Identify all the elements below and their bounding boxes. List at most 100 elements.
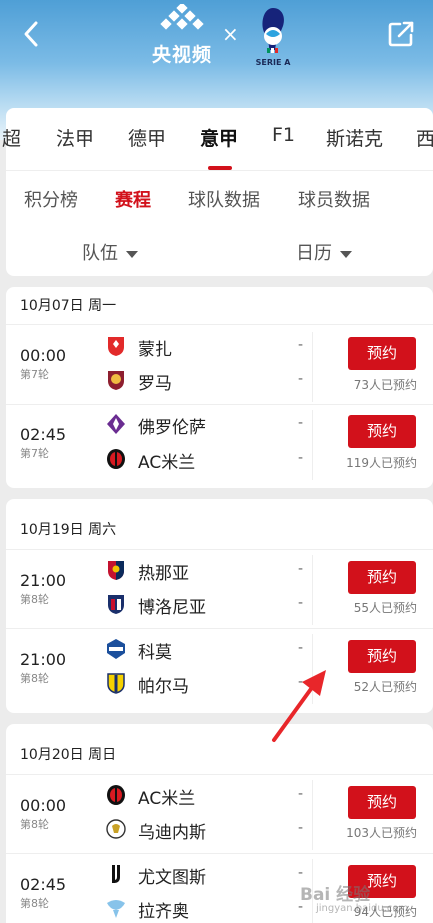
home-score: - <box>298 561 304 577</box>
home-score: - <box>298 786 304 802</box>
reserve-button[interactable]: 预约 <box>348 561 416 594</box>
tab-f1[interactable]: F1 <box>272 124 295 146</box>
column-divider <box>312 780 313 850</box>
monza-crest-icon <box>108 337 124 356</box>
league-tabs: 超 法甲 德甲 意甲 F1 斯诺克 西 <box>2 120 433 170</box>
fiorentina-crest-icon <box>107 414 125 434</box>
cctv-logo-icon <box>160 2 204 30</box>
row-divider <box>6 853 433 854</box>
serie-a-text: SERIE A <box>255 58 291 67</box>
match-time: 02:45 <box>20 875 67 894</box>
ac-milan-crest-icon <box>107 449 125 469</box>
match-round: 第8轮 <box>20 897 49 910</box>
team-filter-label: 队伍 <box>82 243 118 264</box>
home-team-name: 尤文图斯 <box>138 868 206 888</box>
column-divider <box>312 410 313 480</box>
serie-a-logo-icon <box>262 8 284 53</box>
away-team-name: 帕尔马 <box>138 677 189 697</box>
column-divider <box>312 634 313 704</box>
home-score: - <box>298 865 304 881</box>
match-round: 第8轮 <box>20 593 49 606</box>
juventus-crest-icon <box>112 865 120 883</box>
reservation-count: 73人已预约 <box>353 378 417 392</box>
match-time: 02:45 <box>20 425 67 444</box>
reserve-button[interactable]: 预约 <box>348 786 416 819</box>
subtab-player-stats[interactable]: 球员数据 <box>298 186 370 212</box>
team-filter[interactable]: 队伍 <box>82 239 138 265</box>
home-score: - <box>298 640 304 656</box>
calendar-filter-label: 日历 <box>296 243 332 264</box>
row-divider <box>6 324 433 325</box>
tab-serie-a[interactable]: 意甲 <box>200 124 238 151</box>
away-score: - <box>298 595 304 611</box>
away-team-name: 罗马 <box>138 374 172 394</box>
match-round: 第8轮 <box>20 818 49 831</box>
broadcaster-name: 央视频 <box>151 44 212 66</box>
share-button[interactable] <box>383 16 419 52</box>
match-group: 10月19日 周六 21:00 第8轮 热那亚 - 博洛尼亚 - 预约 55人已… <box>6 499 433 713</box>
home-score: - <box>298 337 304 353</box>
column-divider <box>312 555 313 625</box>
bologna-crest-icon <box>108 595 124 614</box>
away-team-name: AC米兰 <box>138 453 196 473</box>
caret-down-icon <box>340 250 352 258</box>
subtab-schedule[interactable]: 赛程 <box>115 186 151 212</box>
away-team-name: 拉齐奥 <box>138 902 189 922</box>
home-team-name: 蒙扎 <box>138 340 172 360</box>
reservation-count: 103人已预约 <box>346 826 417 840</box>
home-team-name: AC米兰 <box>138 789 196 809</box>
home-team-name: 科莫 <box>138 643 172 663</box>
away-score: - <box>298 820 304 836</box>
match-time: 21:00 <box>20 571 67 590</box>
tab-premier-partial[interactable]: 超 <box>2 124 21 151</box>
back-button[interactable] <box>14 16 50 52</box>
watermark-url: jingyan.baidu.com <box>316 903 409 914</box>
ac-milan-crest-icon <box>107 785 125 805</box>
share-icon <box>388 21 414 47</box>
reserve-button[interactable]: 预约 <box>348 415 416 448</box>
como-crest-icon <box>107 639 125 659</box>
home-team-name: 热那亚 <box>138 564 189 584</box>
cctv-logo: 央视频 <box>140 2 224 70</box>
away-score: - <box>298 450 304 466</box>
udinese-crest-icon <box>106 819 126 839</box>
cross-sign: × <box>222 22 239 46</box>
tabs-divider <box>6 170 433 171</box>
away-team-name: 博洛尼亚 <box>138 598 206 618</box>
match-round: 第7轮 <box>20 447 49 460</box>
away-score: - <box>298 674 304 690</box>
subtab-standings[interactable]: 积分榜 <box>24 186 78 212</box>
match-time: 21:00 <box>20 650 67 669</box>
home-team-name: 佛罗伦萨 <box>138 418 206 438</box>
reserve-button[interactable]: 预约 <box>348 337 416 370</box>
genoa-crest-icon <box>108 561 124 580</box>
tab-bundesliga[interactable]: 德甲 <box>128 124 166 151</box>
reservation-count: 52人已预约 <box>353 680 417 694</box>
calendar-filter[interactable]: 日历 <box>296 239 352 265</box>
serie-a-logo: SERIE A <box>250 4 296 68</box>
row-divider <box>6 628 433 629</box>
subtab-team-stats[interactable]: 球队数据 <box>188 186 260 212</box>
match-group: 10月07日 周一 00:00 第7轮 蒙扎 - 罗马 - 预约 73人已预约 … <box>6 287 433 488</box>
match-round: 第8轮 <box>20 672 49 685</box>
tab-laliga-partial[interactable]: 西 <box>416 124 433 151</box>
match-round: 第7轮 <box>20 368 49 381</box>
roma-crest-icon <box>108 371 124 390</box>
match-time: 00:00 <box>20 796 67 815</box>
date-header: 10月20日 周日 <box>20 747 117 763</box>
away-team-name: 乌迪内斯 <box>138 823 206 843</box>
caret-down-icon <box>126 250 138 258</box>
home-score: - <box>298 415 304 431</box>
date-header: 10月19日 周六 <box>20 522 117 538</box>
navigation-card: 超 法甲 德甲 意甲 F1 斯诺克 西 积分榜 赛程 球队数据 球员数据 队伍 … <box>2 108 433 276</box>
reserve-button[interactable]: 预约 <box>348 640 416 673</box>
tab-ligue1[interactable]: 法甲 <box>56 124 94 151</box>
away-score: - <box>298 371 304 387</box>
reservation-count: 119人已预约 <box>346 456 417 470</box>
date-header: 10月07日 周一 <box>20 298 117 314</box>
tab-snooker[interactable]: 斯诺克 <box>326 124 383 151</box>
watermark: Bai 经验 <box>300 885 371 905</box>
row-divider <box>6 404 433 405</box>
match-time: 00:00 <box>20 346 67 365</box>
reservation-count: 55人已预约 <box>353 601 417 615</box>
